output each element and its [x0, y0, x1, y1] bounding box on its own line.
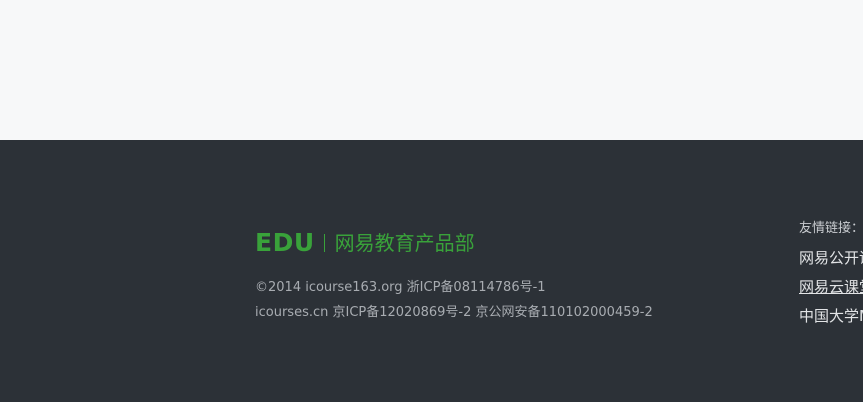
content-area	[0, 0, 863, 140]
copyright-line-1: ©2014 icourse163.org 浙ICP备08114786号-1	[255, 280, 546, 295]
friend-links-label: 友情链接：	[799, 221, 863, 236]
logo-divider	[323, 234, 325, 252]
page: EDU 网易教育产品部 ©2014 icourse163.org 浙ICP备08…	[0, 0, 863, 402]
copyright-line-2: icourses.cn 京ICP备12020869号-2 京公网安备110102…	[255, 305, 653, 320]
friend-link-study-163[interactable]: 网易云课堂	[799, 277, 863, 297]
friend-link-icourse163[interactable]: 中国大学MOOC	[799, 306, 863, 326]
logo-department-text: 网易教育产品部	[334, 231, 475, 255]
footer-logo: EDU 网易教育产品部	[255, 230, 475, 256]
logo-edu-text: EDU	[255, 228, 315, 257]
friend-links: 友情链接： 网易公开课 网易云课堂 中国大学MOOC	[799, 219, 863, 326]
footer: EDU 网易教育产品部 ©2014 icourse163.org 浙ICP备08…	[0, 140, 863, 402]
friend-link-open-course[interactable]: 网易公开课	[799, 248, 863, 268]
